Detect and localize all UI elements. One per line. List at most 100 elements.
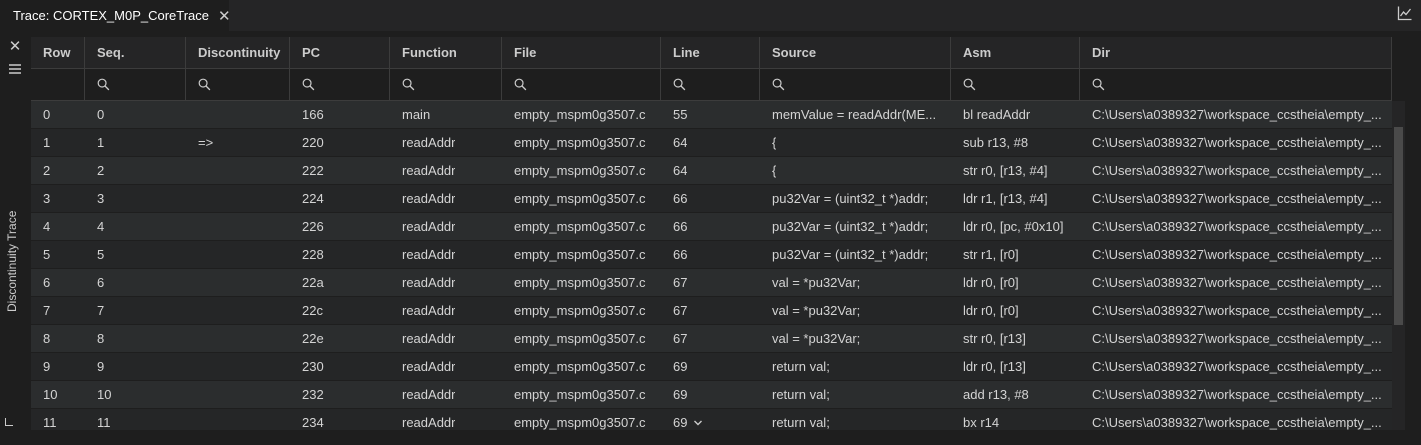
filter-cell-dir[interactable] <box>1080 69 1392 100</box>
cell-line: 69 <box>661 381 760 408</box>
cell-text: return val; <box>772 359 830 374</box>
hamburger-menu-icon[interactable] <box>8 62 22 76</box>
table-row[interactable]: 8 8 22e readAddr empty_mspm0g3507.c 67 val = *… <box>31 325 1392 353</box>
column-header-row[interactable]: Row <box>31 37 85 68</box>
chevron-down-icon[interactable] <box>693 418 703 428</box>
cell-row: 10 <box>31 381 85 408</box>
cell-seq: 9 <box>85 353 186 380</box>
cell-text: 222 <box>302 163 324 178</box>
cell-text: empty_mspm0g3507.c <box>514 107 646 122</box>
cell-file: empty_mspm0g3507.c <box>502 241 661 268</box>
filter-cell-pc[interactable] <box>290 69 390 100</box>
table-row[interactable]: 0 0 166 main empty_mspm0g3507.c 55 memValue = … <box>31 101 1392 129</box>
cell-text: 1 <box>97 135 105 150</box>
table-row[interactable]: 4 4 226 readAddr empty_mspm0g3507.c 66 pu32Var… <box>31 213 1392 241</box>
panel-close-icon[interactable]: ✕ <box>8 39 22 54</box>
vertical-scrollbar[interactable] <box>1392 101 1405 430</box>
cell-text: bl readAddr <box>963 107 1031 122</box>
cell-text: C:\Users\a0389327\workspace_ccstheia\emp… <box>1092 275 1382 290</box>
cell-line: 67 <box>661 325 760 352</box>
cell-text: 0 <box>97 107 105 122</box>
cell-seq: 4 <box>85 213 186 240</box>
cell-line: 69 <box>661 409 760 430</box>
cell-text: 5 <box>97 247 105 262</box>
column-header-source[interactable]: Source <box>760 37 951 68</box>
cell-text: readAddr <box>402 331 456 346</box>
table-row[interactable]: 11 11 234 readAddr empty_mspm0g3507.c 69 retur… <box>31 409 1392 430</box>
table-row[interactable]: 6 6 22a readAddr empty_mspm0g3507.c 67 val = *… <box>31 269 1392 297</box>
cell-text: readAddr <box>402 415 456 430</box>
column-header-dir[interactable]: Dir <box>1080 37 1392 68</box>
cell-dir: C:\Users\a0389327\workspace_ccstheia\emp… <box>1080 409 1392 430</box>
filter-cell-asm[interactable] <box>951 69 1080 100</box>
table-row[interactable]: 1 1 => 220 readAddr empty_mspm0g3507.c 64 {sub … <box>31 129 1392 157</box>
cell-seq: 8 <box>85 325 186 352</box>
cell-discontinuity <box>186 269 290 296</box>
cell-row: 3 <box>31 185 85 212</box>
cell-source: pu32Var = (uint32_t *)addr; <box>760 185 951 212</box>
cell-text: 10 <box>97 387 112 402</box>
cell-text: sub r13, #8 <box>963 135 1029 150</box>
column-header-seq[interactable]: Seq. <box>85 37 186 68</box>
cell-text: 69 <box>673 359 688 374</box>
cell-text: val = *pu32Var; <box>772 275 861 290</box>
cell-seq: 10 <box>85 381 186 408</box>
column-header-discontinuity[interactable]: Discontinuity <box>186 37 290 68</box>
cell-row: 11 <box>31 409 85 430</box>
cell-text: readAddr <box>402 359 456 374</box>
trace-tab[interactable]: Trace: CORTEX_M0P_CoreTrace ✕ <box>0 0 231 31</box>
table-header-row: Row Seq. Discontinuity PC Function File Line So… <box>31 37 1392 69</box>
table-row[interactable]: 10 10 232 readAddr empty_mspm0g3507.c 69 retur… <box>31 381 1392 409</box>
cell-text: 3 <box>43 191 51 206</box>
cell-seq: 5 <box>85 241 186 268</box>
cell-dir: C:\Users\a0389327\workspace_ccstheia\emp… <box>1080 185 1392 212</box>
cell-dir: C:\Users\a0389327\workspace_ccstheia\emp… <box>1080 101 1392 128</box>
cell-text: 4 <box>97 219 105 234</box>
column-header-file[interactable]: File <box>502 37 661 68</box>
cell-text: 22e <box>302 331 324 346</box>
filter-cell-seq[interactable] <box>85 69 186 100</box>
cell-text: 11 <box>43 415 57 430</box>
table-row[interactable]: 9 9 230 readAddr empty_mspm0g3507.c 69 return … <box>31 353 1392 381</box>
filter-cell-row[interactable] <box>31 69 85 100</box>
filter-cell-function[interactable] <box>390 69 502 100</box>
cell-dir: C:\Users\a0389327\workspace_ccstheia\emp… <box>1080 353 1392 380</box>
table-row[interactable]: 5 5 228 readAddr empty_mspm0g3507.c 66 pu32Var… <box>31 241 1392 269</box>
column-header-pc[interactable]: PC <box>290 37 390 68</box>
cell-source: { <box>760 129 951 156</box>
column-header-line[interactable]: Line <box>661 37 760 68</box>
search-icon <box>963 78 976 91</box>
cell-text: 2 <box>43 163 51 178</box>
cell-text: pu32Var = (uint32_t *)addr; <box>772 219 929 234</box>
cell-function: readAddr <box>390 157 502 184</box>
scrollbar-thumb[interactable] <box>1394 127 1403 325</box>
cell-pc: 232 <box>290 381 390 408</box>
cell-discontinuity <box>186 213 290 240</box>
cell-text: empty_mspm0g3507.c <box>514 331 646 346</box>
resize-corner-icon[interactable] <box>5 418 13 426</box>
cell-text: 69 <box>673 415 688 430</box>
cell-row: 2 <box>31 157 85 184</box>
table-row[interactable]: 7 7 22c readAddr empty_mspm0g3507.c 67 val = *… <box>31 297 1392 325</box>
filter-cell-discontinuity[interactable] <box>186 69 290 100</box>
cell-dir: C:\Users\a0389327\workspace_ccstheia\emp… <box>1080 129 1392 156</box>
cell-source: memValue = readAddr(ME... <box>760 101 951 128</box>
cell-row: 5 <box>31 241 85 268</box>
cell-asm: ldr r0, [pc, #0x10] <box>951 213 1080 240</box>
column-header-asm[interactable]: Asm <box>951 37 1080 68</box>
table-row[interactable]: 3 3 224 readAddr empty_mspm0g3507.c 66 pu32Var… <box>31 185 1392 213</box>
line-chart-icon[interactable] <box>1397 5 1413 21</box>
table-filter-row <box>31 69 1392 101</box>
cell-text: 55 <box>673 107 688 122</box>
search-icon <box>673 78 686 91</box>
cell-text: 66 <box>673 191 688 206</box>
cell-dir: C:\Users\a0389327\workspace_ccstheia\emp… <box>1080 157 1392 184</box>
tab-close-icon[interactable]: ✕ <box>218 7 231 25</box>
column-header-function[interactable]: Function <box>390 37 502 68</box>
filter-cell-source[interactable] <box>760 69 951 100</box>
filter-cell-file[interactable] <box>502 69 661 100</box>
table-row[interactable]: 2 2 222 readAddr empty_mspm0g3507.c 64{str r0… <box>31 157 1392 185</box>
cell-file: empty_mspm0g3507.c <box>502 269 661 296</box>
filter-cell-line[interactable] <box>661 69 760 100</box>
cell-text: 224 <box>302 191 324 206</box>
